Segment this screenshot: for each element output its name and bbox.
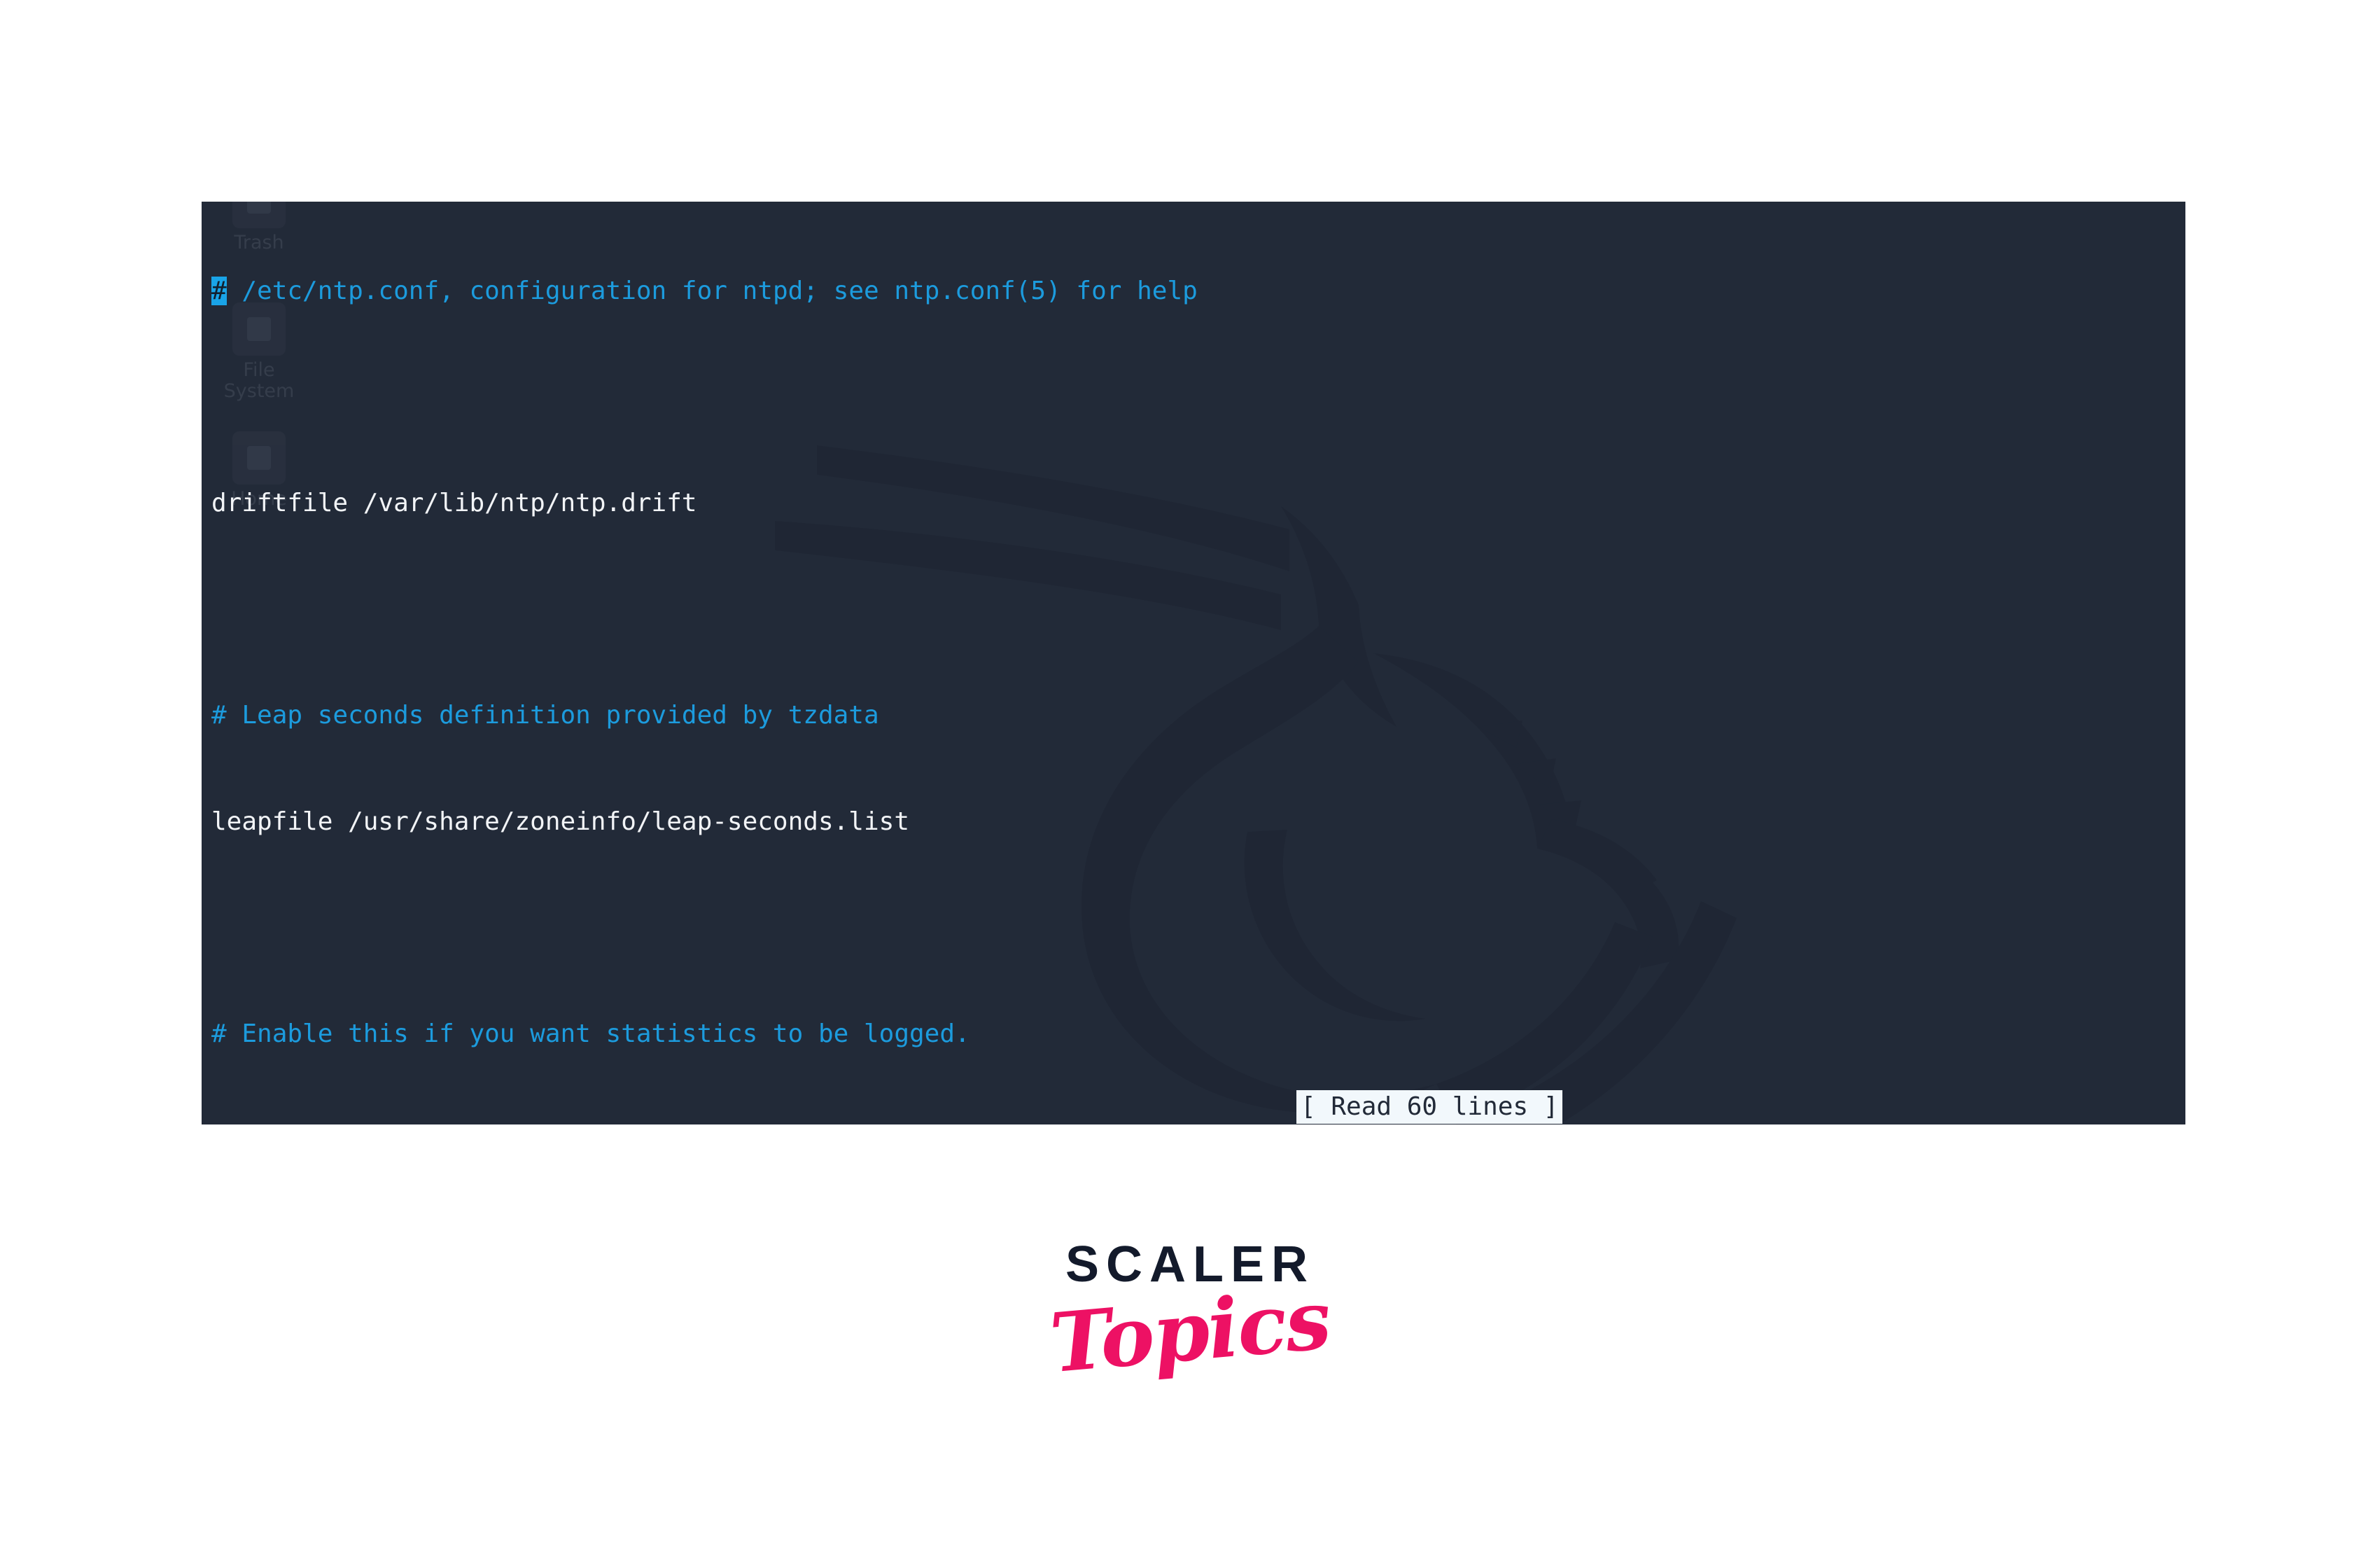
editor-line: # Enable this if you want statistics to …	[211, 1017, 2185, 1052]
editor-text-area[interactable]: # /etc/ntp.conf, configuration for ntpd;…	[211, 203, 2185, 1124]
scaler-topics-logo: SCALER Topics	[0, 1239, 2380, 1391]
editor-line: # Leap seconds definition provided by tz…	[211, 698, 2185, 734]
editor-line-text: driftfile /var/lib/ntp/ntp.drift	[211, 489, 697, 517]
terminal-window[interactable]: Trash File System Home # /etc/ntp.conf, …	[202, 202, 2185, 1124]
nano-status-bar: [ Read 60 lines ]	[1296, 1090, 1563, 1124]
editor-line-text: # Enable this if you want statistics to …	[211, 1019, 970, 1048]
editor-line-text: # Leap seconds definition provided by tz…	[211, 701, 879, 730]
logo-topics-text: Topics	[1046, 1272, 1334, 1392]
editor-line: leapfile /usr/share/zoneinfo/leap-second…	[211, 805, 2185, 840]
editor-line: driftfile /var/lib/ntp/ntp.drift	[211, 486, 2185, 522]
text-cursor: #	[211, 277, 227, 305]
editor-line: #statsdir /var/log/ntpstats/	[211, 1122, 2185, 1124]
editor-line: # /etc/ntp.conf, configuration for ntpd;…	[211, 274, 2185, 309]
editor-line-text: leapfile /usr/share/zoneinfo/leap-second…	[211, 807, 909, 836]
editor-line-text: /etc/ntp.conf, configuration for ntpd; s…	[226, 277, 1198, 305]
